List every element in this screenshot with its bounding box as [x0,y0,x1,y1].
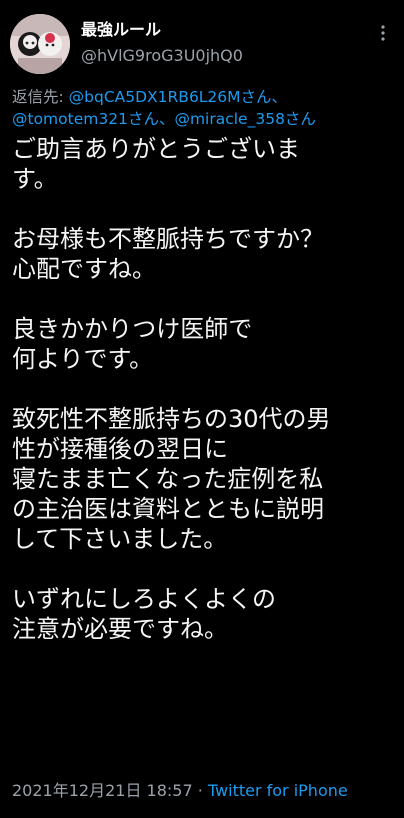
tweet-meta: 2021年12月21日 18:57 · Twitter for iPhone [12,780,394,802]
tweet: 最強ルール @hVlG9roG3U0jhQ0 返信先: @bqCA5DX1RB6… [0,0,404,818]
tweet-paragraph: 良きかかりつけ医師で 何よりです。 [12,315,253,373]
reply-context: 返信先: @bqCA5DX1RB6L26Mさん、 @tomotem321さん、@m… [12,86,394,130]
source-link[interactable]: Twitter for iPhone [208,781,348,800]
tweet-paragraph: ご助言ありがとうございま す。 [12,135,300,193]
tweet-paragraph: お母様も不整脈持ちですか？ 心配ですね。 [12,225,324,283]
meta-separator: · [192,781,208,800]
mention-link[interactable]: @tomotem321さん、 [12,110,174,128]
timestamp[interactable]: 2021年12月21日 18:57 [12,781,193,800]
tweet-header: 最強ルール @hVlG9roG3U0jhQ0 [10,12,394,74]
reply-prefix: 返信先: [12,88,69,106]
display-name[interactable]: 最強ルール [81,20,366,40]
tweet-paragraph: いずれにしろよくよくの 注意が必要ですね。 [12,585,276,643]
author-names: 最強ルール @hVlG9roG3U0jhQ0 [81,20,366,66]
tweet-paragraph: 致死性不整脈持ちの30代の男 性が接種後の翌日に 寝たまま亡くなった症例を私 の… [12,405,331,553]
mention-link[interactable]: @miracle_358さん [174,110,315,128]
avatar-image [10,14,70,74]
avatar[interactable] [10,14,70,74]
tweet-body: ご助言ありがとうございま す。 お母様も不整脈持ちですか？ 心配ですね。 良きか… [12,134,402,644]
mention-link[interactable]: @bqCA5DX1RB6L26Mさん、 [69,88,287,106]
user-handle[interactable]: @hVlG9roG3U0jhQ0 [81,46,366,66]
more-icon[interactable] [374,24,392,42]
